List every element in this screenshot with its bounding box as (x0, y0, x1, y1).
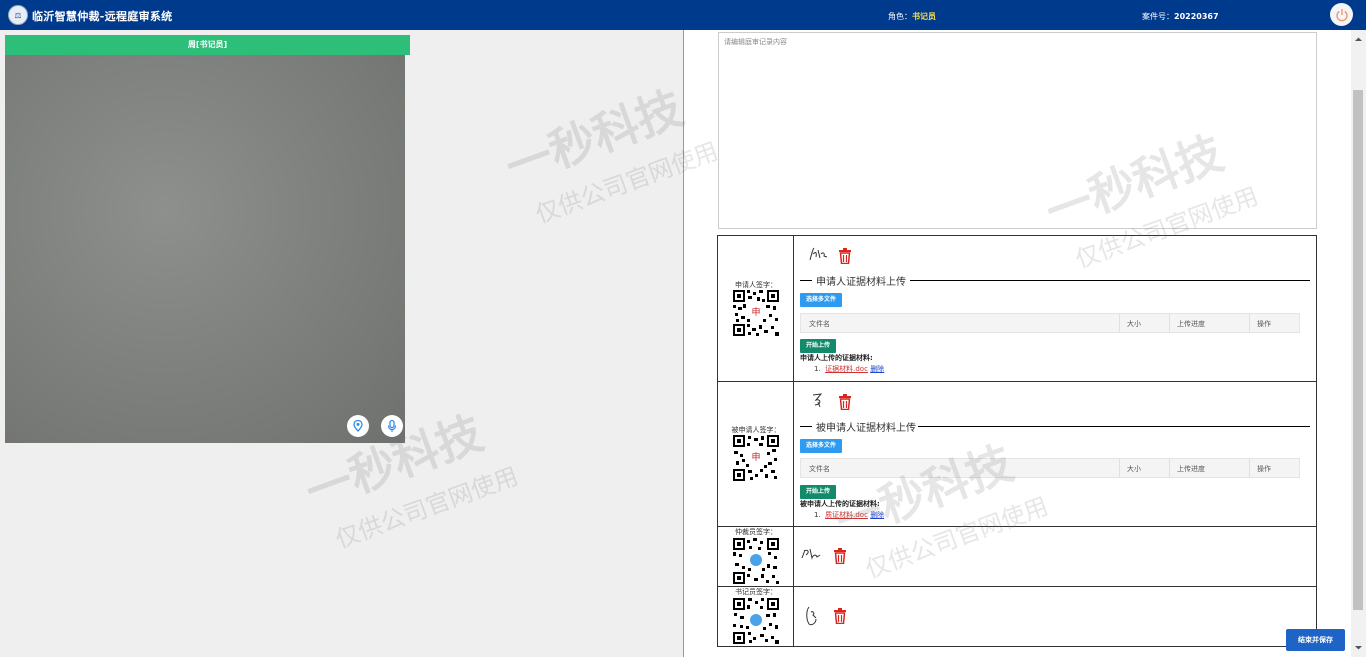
col-action: 操作 (1257, 320, 1271, 328)
respondent-file-delete-link[interactable]: 删除 (870, 511, 884, 519)
svg-text:申: 申 (751, 306, 760, 318)
respondent-upload-legend: 被申请人证据材料上传 (800, 420, 1310, 434)
applicant-upload-cell: 申请人证据材料上传 选择多文件 文件名 大小 上传进度 操作 开始上传 申请人上… (794, 236, 1316, 381)
legend-line-left (800, 280, 812, 281)
respondent-start-upload-button[interactable]: 开始上传 (800, 485, 837, 499)
col-progress: 上传进度 (1177, 320, 1205, 328)
applicant-delete-signature-icon[interactable] (838, 248, 852, 264)
location-pin-icon (353, 419, 363, 432)
respondent-uploaded-title: 被申请人上传的证据材料: (800, 500, 880, 508)
applicant-signature-cell: 申请人签字： 申 (718, 236, 794, 381)
microphone-button[interactable] (381, 415, 403, 437)
signature-table: 申请人签字： 申 申请人证据材料上传 选择多文件 文件名 大小 上传进度 操作 … (717, 235, 1317, 647)
case-label: 案件号： (1142, 12, 1174, 21)
respondent-row: 被申请人签字： 申 被申请人证据材料上传 选择多文件 文件名 大小 上传进度 操… (718, 382, 1316, 527)
file-index: 1. (814, 511, 821, 519)
scales-logo-icon: ⚖ (8, 5, 28, 25)
respondent-delete-signature-icon[interactable] (838, 394, 852, 410)
respondent-file-link[interactable]: 质证材料.doc (825, 511, 868, 519)
col-file-name: 文件名 (809, 465, 830, 473)
col-size: 大小 (1127, 465, 1141, 473)
role-info: 角色：书记员 (888, 11, 936, 22)
location-button[interactable] (347, 415, 369, 437)
respondent-signature-label: 被申请人签字： (731, 426, 781, 434)
col-file-name: 文件名 (809, 320, 830, 328)
legend-line-right (910, 280, 1310, 281)
video-participant-label: 周[书记员] (5, 35, 410, 55)
clerk-signature-cell: 书记员签字： (718, 587, 794, 647)
respondent-upload-title: 被申请人证据材料上传 (816, 423, 916, 434)
applicant-uploaded-title: 申请人上传的证据材料: (800, 354, 873, 362)
video-stream (5, 55, 405, 443)
role-value: 书记员 (912, 12, 936, 21)
respondent-upload-cell: 被申请人证据材料上传 选择多文件 文件名 大小 上传进度 操作 开始上传 被申请… (794, 382, 1316, 526)
respondent-signature-image (810, 392, 826, 411)
col-separator (1169, 314, 1170, 332)
respondent-signature-cell: 被申请人签字： 申 (718, 382, 794, 526)
app-title: 临沂智慧仲裁-远程庭审系统 (32, 10, 173, 23)
legend-line-right (918, 426, 1310, 427)
respondent-qr-code: 申 (733, 435, 779, 481)
col-separator (1249, 314, 1250, 332)
applicant-upload-legend: 申请人证据材料上传 (800, 274, 1310, 288)
legend-line-left (800, 426, 812, 427)
clerk-signature-area (794, 587, 1316, 647)
microphone-icon (387, 419, 397, 432)
col-separator (1119, 314, 1120, 332)
col-action: 操作 (1257, 465, 1271, 473)
col-separator (1169, 459, 1170, 477)
col-separator (1249, 459, 1250, 477)
arbitrator-signature-label: 仲裁员签字： (735, 528, 777, 536)
clerk-signature-image (804, 605, 822, 630)
case-number: 20220367 (1174, 12, 1219, 21)
arbitrator-row: 仲裁员签字： (718, 527, 1316, 587)
applicant-signature-label: 申请人签字： (735, 281, 777, 289)
col-progress: 上传进度 (1177, 465, 1205, 473)
col-separator (1119, 459, 1120, 477)
applicant-file-link[interactable]: 证据材料.doc (825, 365, 868, 373)
clerk-delete-signature-icon[interactable] (833, 608, 847, 624)
clerk-signature-label: 书记员签字： (735, 588, 777, 596)
applicant-qr-code: 申 (733, 290, 779, 336)
svg-text:申: 申 (751, 451, 760, 463)
arbitrator-qr-code (733, 538, 779, 584)
vertical-scrollbar[interactable] (1351, 30, 1366, 657)
scroll-up-icon (1355, 37, 1362, 41)
power-button[interactable] (1330, 3, 1353, 26)
applicant-select-files-button[interactable]: 选择多文件 (800, 293, 843, 307)
applicant-signature-image (808, 246, 830, 265)
clerk-row: 书记员签字： (718, 587, 1316, 647)
top-header-bar: ⚖ 临沂智慧仲裁-远程庭审系统 角色：书记员 案件号：20220367 (0, 0, 1366, 30)
applicant-start-upload-button[interactable]: 开始上传 (800, 339, 837, 353)
file-index: 1. (814, 365, 821, 373)
scrollbar-thumb[interactable] (1353, 90, 1363, 610)
respondent-select-files-button[interactable]: 选择多文件 (800, 439, 843, 453)
col-size: 大小 (1127, 320, 1141, 328)
arbitrator-delete-signature-icon[interactable] (833, 548, 847, 564)
arbitrator-signature-area (794, 527, 1316, 586)
applicant-row: 申请人签字： 申 申请人证据材料上传 选择多文件 文件名 大小 上传进度 操作 … (718, 236, 1316, 382)
finish-and-save-button[interactable]: 结束并保存 (1286, 629, 1345, 651)
applicant-file-table-header: 文件名 大小 上传进度 操作 (800, 313, 1300, 333)
role-label: 角色： (888, 12, 912, 21)
record-placeholder: 请编辑庭审记录内容 (724, 38, 787, 46)
respondent-file-table-header: 文件名 大小 上传进度 操作 (800, 458, 1300, 478)
power-icon (1335, 8, 1348, 21)
clerk-qr-code (733, 598, 779, 644)
applicant-file-delete-link[interactable]: 删除 (870, 365, 884, 373)
case-info: 案件号：20220367 (1142, 11, 1219, 22)
respondent-uploaded-file: 1. 质证材料.doc 删除 (814, 510, 884, 520)
arbitrator-signature-cell: 仲裁员签字： (718, 527, 794, 586)
scroll-down-icon (1355, 646, 1362, 650)
applicant-upload-title: 申请人证据材料上传 (816, 277, 906, 288)
trial-record-textarea[interactable]: 请编辑庭审记录内容 (718, 32, 1317, 229)
arbitrator-signature-image (800, 546, 822, 565)
video-pane: 周[书记员] (0, 30, 684, 657)
applicant-uploaded-file: 1. 证据材料.doc 删除 (814, 364, 884, 374)
